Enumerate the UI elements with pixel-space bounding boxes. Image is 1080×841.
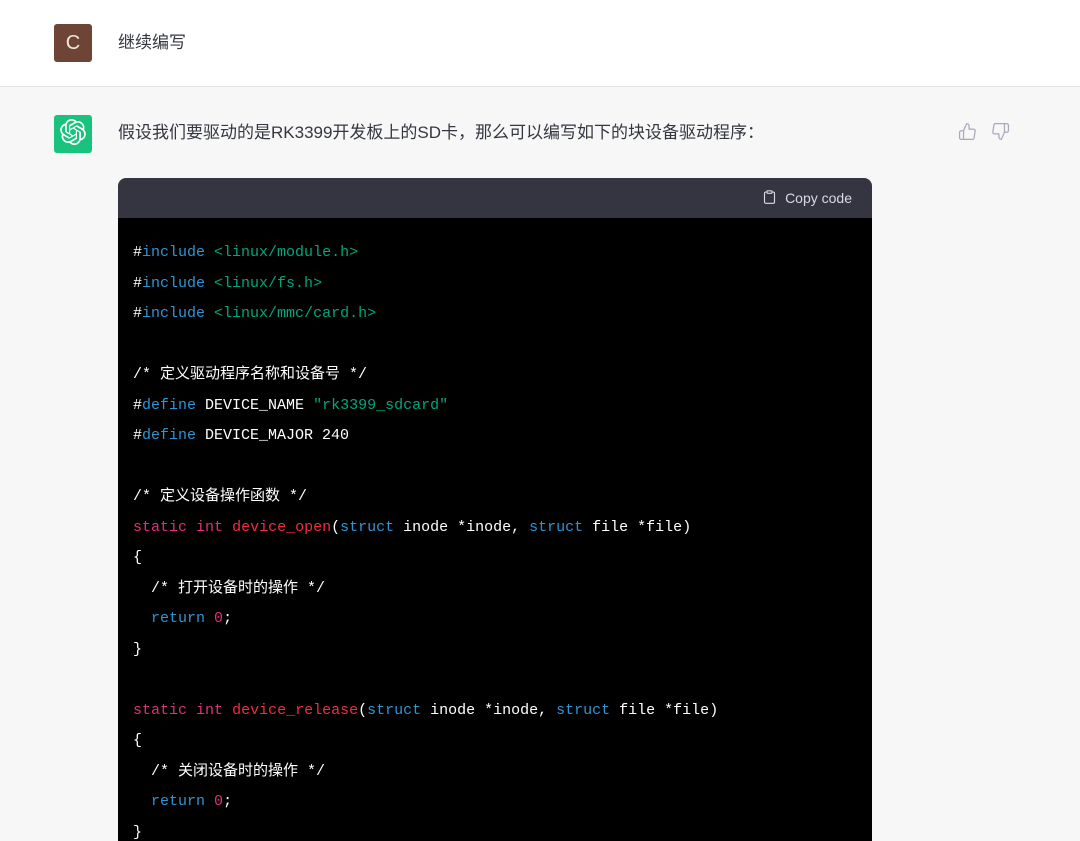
code-line: #include <linux/mmc/card.h>: [133, 305, 377, 322]
code-block-header: Copy code: [118, 178, 872, 218]
thumbs-down-button[interactable]: [991, 122, 1010, 141]
code-line: return 0;: [151, 610, 233, 627]
code-content: #include <linux/module.h> #include <linux…: [118, 218, 872, 841]
code-line: static int device_release(struct inode *…: [133, 701, 719, 719]
copy-code-button[interactable]: Copy code: [762, 189, 852, 208]
chat-page: C 继续编写 假设我们要驱动的是RK3399开发板上的SD卡，那么可以编写如下的…: [0, 0, 1080, 841]
code-line: #include <linux/module.h>: [133, 244, 359, 261]
code-block: Copy code #include <linux/module.h> #incl…: [118, 178, 872, 841]
code-line: /* 关闭设备时的操作 */: [133, 762, 326, 780]
clipboard-icon: [762, 189, 777, 208]
code-line: }: [133, 640, 143, 658]
copy-code-label: Copy code: [785, 190, 852, 206]
user-avatar: C: [54, 24, 92, 62]
thumbs-up-icon: [958, 122, 977, 141]
code-line: return 0;: [151, 793, 233, 810]
assistant-message-row: 假设我们要驱动的是RK3399开发板上的SD卡，那么可以编写如下的块设备驱动程序…: [0, 87, 1080, 841]
code-line: #define DEVICE_NAME "rk3399_sdcard": [133, 396, 449, 414]
code-line: /* 打开设备时的操作 */: [133, 579, 326, 597]
chatgpt-logo-icon: [60, 118, 86, 150]
code-line: {: [133, 732, 143, 749]
chatgpt-avatar: [54, 115, 92, 153]
code-line: {: [133, 549, 143, 566]
user-message-text: 继续编写: [118, 33, 186, 52]
code-line: /* 定义设备操作函数 */: [133, 488, 308, 505]
code-line: /* 定义驱动程序名称和设备号 */: [133, 366, 368, 383]
thumbs-down-icon: [991, 122, 1010, 141]
assistant-paragraph-row: 假设我们要驱动的是RK3399开发板上的SD卡，那么可以编写如下的块设备驱动程序…: [118, 115, 1010, 178]
code-line: }: [133, 823, 143, 841]
assistant-message-text: 假设我们要驱动的是RK3399开发板上的SD卡，那么可以编写如下的块设备驱动程序…: [118, 123, 765, 142]
assistant-message-content: 假设我们要驱动的是RK3399开发板上的SD卡，那么可以编写如下的块设备驱动程序…: [118, 115, 1010, 841]
user-message-row: C 继续编写: [0, 0, 1080, 86]
thumbs-up-button[interactable]: [958, 122, 977, 141]
user-avatar-letter: C: [65, 31, 81, 54]
code-line: #define DEVICE_MAJOR 240: [133, 427, 350, 444]
code-line: #include <linux/fs.h>: [133, 274, 323, 292]
feedback-buttons: [958, 122, 1010, 141]
code-line: static int device_open(struct inode *ino…: [133, 518, 692, 536]
